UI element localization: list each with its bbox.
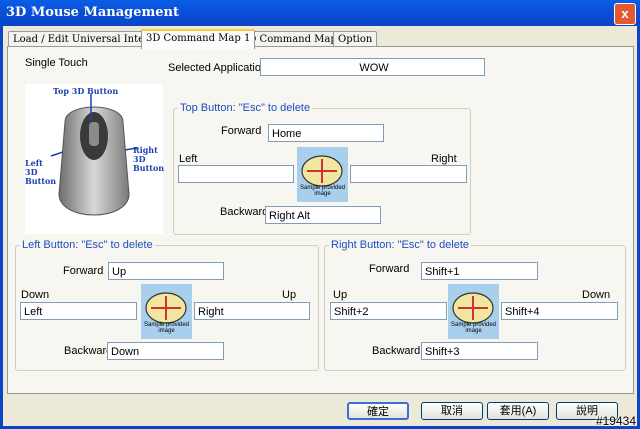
right-down-label: Down	[582, 289, 611, 301]
left-down-label: Down	[21, 289, 50, 301]
left-diagram-caption: Sample provided image	[143, 322, 190, 334]
top-direction-diagram: Sample provided image	[297, 147, 348, 202]
top-diagram-caption: Sample provided image	[299, 185, 346, 197]
left-up-label: Up	[282, 289, 297, 301]
right-backward-field[interactable]: Shift+3	[421, 342, 538, 360]
top-forward-field[interactable]: Home	[268, 124, 384, 142]
left-button-legend: Left Button: "Esc" to delete	[20, 239, 155, 251]
left-forward-field[interactable]: Up	[108, 262, 224, 280]
right-up-field[interactable]: Shift+2	[330, 302, 447, 320]
top-3d-button-label: Top 3D Button	[53, 86, 119, 96]
selected-application-label: Selected Application	[168, 62, 268, 74]
tab-3d-command-map-1[interactable]: 3D Command Map 1	[141, 29, 256, 49]
tab-option[interactable]: Option	[333, 31, 378, 47]
title-bar: 3D Mouse Management x	[0, 0, 640, 26]
left-backward-field[interactable]: Down	[107, 342, 224, 360]
right-backward-label: Backward	[372, 345, 421, 357]
mouse-diagram: Top 3D Button Left 3D Button Right 3D Bu…	[25, 84, 165, 234]
watermark: #19434	[595, 414, 636, 428]
right-forward-field[interactable]: Shift+1	[421, 262, 538, 280]
left-backward-label: Backward	[64, 345, 113, 357]
right-direction-diagram: Sample provided image	[448, 284, 499, 339]
cancel-button[interactable]: 取消	[421, 402, 483, 420]
left-down-field[interactable]: Left	[20, 302, 137, 320]
right-forward-label: Forward	[369, 263, 410, 275]
window-title: 3D Mouse Management	[6, 5, 180, 20]
top-button-legend: Top Button: "Esc" to delete	[178, 102, 313, 114]
close-button[interactable]: x	[614, 3, 636, 25]
left-up-field[interactable]: Right	[194, 302, 310, 320]
top-right-label: Right	[431, 153, 457, 165]
top-forward-label: Forward	[221, 125, 262, 137]
top-left-label: Left	[179, 153, 198, 165]
selected-application-field[interactable]: WOW	[260, 58, 485, 76]
top-left-field[interactable]	[178, 165, 294, 183]
right-up-label: Up	[333, 289, 348, 301]
left-3d-button-label: Left 3D Button	[25, 158, 57, 186]
left-forward-label: Forward	[63, 265, 104, 277]
right-down-field[interactable]: Shift+4	[501, 302, 618, 320]
ok-button[interactable]: 確定	[347, 402, 409, 420]
right-diagram-caption: Sample provided image	[450, 322, 497, 334]
right-button-legend: Right Button: "Esc" to delete	[329, 239, 472, 251]
top-backward-field[interactable]: Right Alt	[265, 206, 381, 224]
left-direction-diagram: Sample provided image	[141, 284, 192, 339]
window-border-left	[0, 26, 3, 429]
right-3d-button-label: Right 3D Button	[133, 145, 165, 173]
apply-button[interactable]: 套用(A)	[487, 402, 549, 420]
top-backward-label: Backward	[220, 206, 269, 218]
top-right-field[interactable]	[350, 165, 467, 183]
single-touch-label: Single Touch	[25, 57, 88, 69]
